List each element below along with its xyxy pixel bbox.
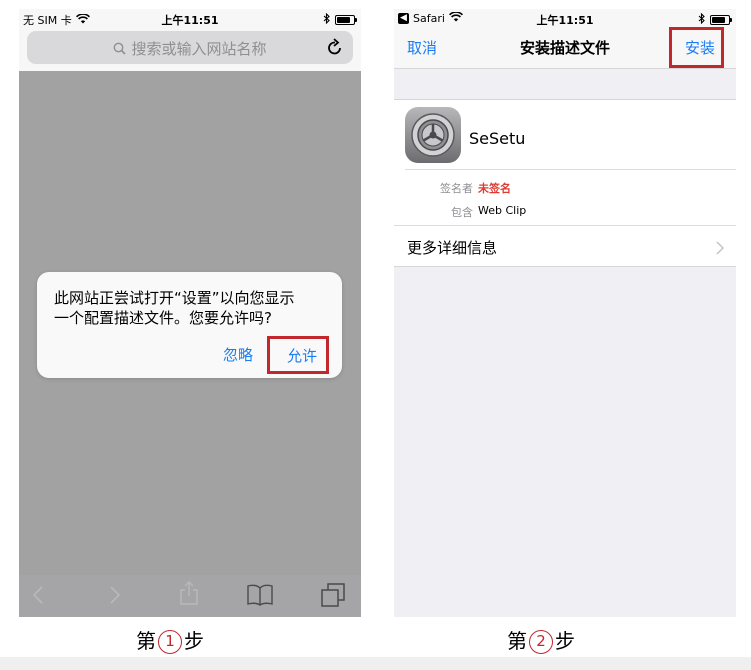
- open-settings-alert: 此网站正尝试打开“设置”以向您显示 一个配置描述文件。您要允许吗? 忽略 允许: [37, 272, 342, 378]
- battery-icon: [335, 15, 357, 25]
- nav-bar: 取消 安装描述文件 安装: [394, 27, 736, 68]
- safari-header: 无 SIM 卡 上午11:51 搜索或输入网站名称: [19, 9, 361, 71]
- step-number-badge: 2: [529, 630, 553, 654]
- forward-icon[interactable]: [109, 585, 121, 609]
- reload-icon[interactable]: [327, 38, 343, 60]
- caption-suffix: 步: [184, 629, 204, 653]
- safari-toolbar: [19, 575, 361, 617]
- install-button[interactable]: 安装: [685, 37, 715, 58]
- alert-message-line1: 此网站正尝试打开“设置”以向您显示: [54, 289, 295, 307]
- bottom-strip: [0, 657, 751, 670]
- alert-message-line2: 一个配置描述文件。您要允许吗?: [54, 309, 272, 327]
- step2-caption: 第2步: [507, 625, 575, 654]
- contains-value: Web Clip: [478, 204, 527, 217]
- caption-prefix: 第: [507, 629, 527, 653]
- caption-prefix: 第: [136, 629, 156, 653]
- status-bar: 无 SIM 卡 上午11:51: [19, 9, 361, 29]
- step2-screenshot: ◀ Safari 上午11:51 取消 安装描述文件 安装 SeSetu 签名者…: [394, 9, 736, 617]
- address-bar[interactable]: 搜索或输入网站名称: [27, 31, 353, 64]
- back-icon[interactable]: [32, 585, 44, 609]
- step1-screenshot: 无 SIM 卡 上午11:51 搜索或输入网站名称 此网站正尝试打开“设置”以向…: [19, 9, 361, 617]
- divider: [405, 169, 736, 170]
- more-details-row[interactable]: 更多详细信息: [394, 226, 736, 268]
- allow-button[interactable]: 允许: [287, 345, 317, 366]
- search-icon: [113, 41, 127, 59]
- bluetooth-icon: [323, 12, 330, 27]
- signed-by-value: 未签名: [478, 182, 511, 195]
- more-details-label: 更多详细信息: [407, 239, 498, 257]
- status-bar: ◀ Safari 上午11:51: [394, 9, 736, 29]
- contains-key: 包含: [451, 206, 473, 219]
- status-time: 上午11:51: [536, 14, 594, 27]
- alert-message: 此网站正尝试打开“设置”以向您显示 一个配置描述文件。您要允许吗?: [54, 288, 329, 328]
- caption-suffix: 步: [555, 629, 575, 653]
- install-profile-header: ◀ Safari 上午11:51 取消 安装描述文件 安装: [394, 9, 736, 69]
- profile-name: SeSetu: [469, 129, 526, 148]
- profile-card: SeSetu 签名者 未签名 包含 Web Clip 更多详细信息: [394, 99, 736, 267]
- step-number-badge: 1: [158, 630, 182, 654]
- status-time: 上午11:51: [161, 14, 219, 27]
- signed-by-key: 签名者: [440, 182, 473, 195]
- bluetooth-icon: [698, 12, 705, 27]
- chevron-right-icon: [716, 240, 725, 259]
- address-placeholder: 搜索或输入网站名称: [131, 40, 267, 58]
- step1-caption: 第1步: [136, 625, 204, 654]
- battery-icon: [710, 15, 732, 25]
- tabs-icon[interactable]: [321, 583, 345, 611]
- install-highlight-box: 安装: [669, 27, 724, 68]
- ignore-button[interactable]: 忽略: [223, 344, 253, 365]
- settings-gear-icon: [405, 107, 461, 163]
- bookmarks-icon[interactable]: [247, 584, 273, 610]
- allow-highlight-box: 允许: [267, 336, 329, 374]
- share-icon[interactable]: [180, 581, 198, 609]
